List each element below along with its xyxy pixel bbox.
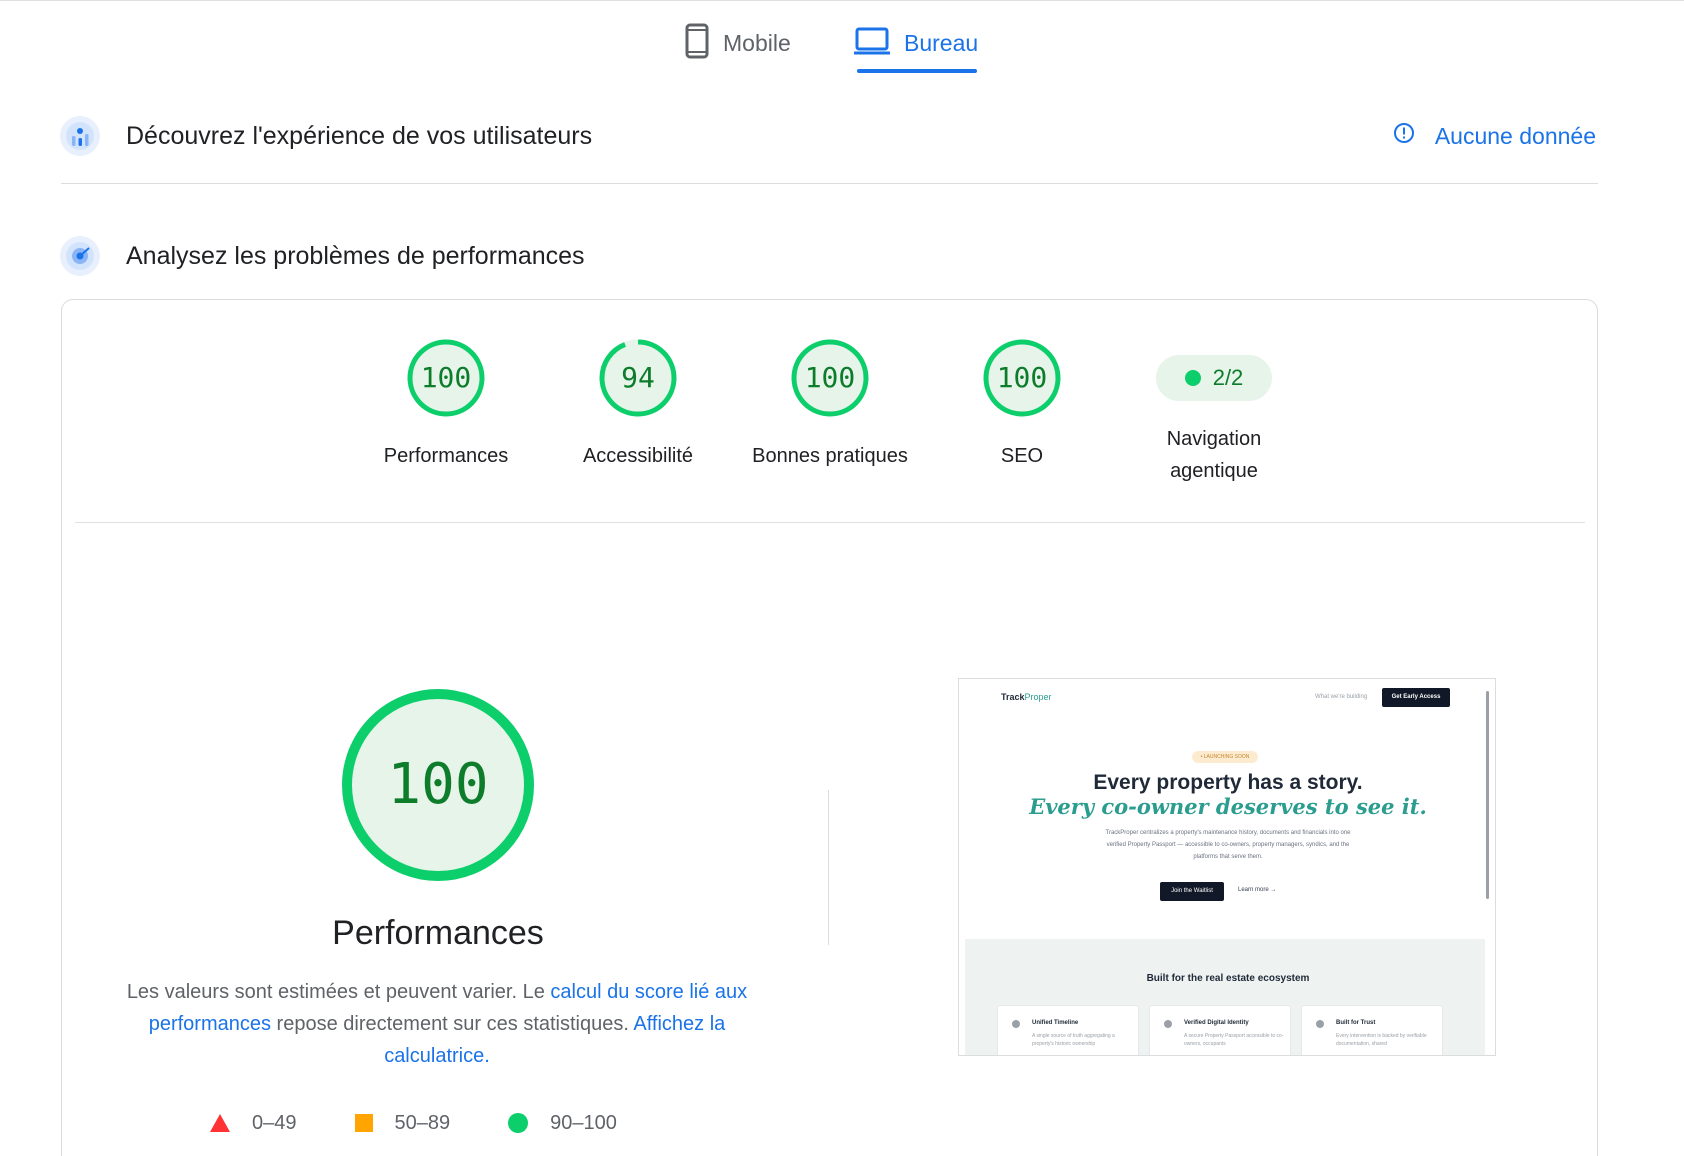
legend-average-label: 50–89 (394, 1111, 451, 1134)
feature-title: Unified Timeline (1032, 1020, 1079, 1026)
vertical-separator (828, 790, 829, 945)
score-label: Accessibilité (582, 445, 694, 467)
feature-title: Verified Digital Identity (1184, 1020, 1249, 1026)
score-gauge-performance[interactable]: 100 Performances (346, 338, 546, 472)
laptop-icon (854, 27, 890, 60)
smartphone-icon (685, 23, 709, 64)
thumb-nav-link: What we're building (1315, 694, 1368, 700)
thumb-learn-more: Learn more → (1238, 887, 1277, 893)
thumb-headline-accent: Every co-owner deserves to see it. (1029, 794, 1427, 819)
active-tab-indicator (857, 69, 977, 73)
score-value: 94 (621, 361, 655, 394)
thumb-logo: TrackProper (1001, 692, 1052, 702)
performance-big-gauge: 100 (338, 685, 538, 885)
score-gauge-seo[interactable]: 100 SEO (922, 338, 1122, 472)
score-label: Bonnes pratiques (752, 445, 908, 467)
experience-section-header: Découvrez l'expérience de vos utilisateu… (60, 112, 1598, 160)
thumb-feature-card: Unified Timeline A single source of trut… (997, 1005, 1139, 1055)
score-value: 100 (420, 361, 472, 394)
score-value: 100 (996, 361, 1048, 394)
info-icon (1393, 122, 1415, 150)
gauge-ring: 100 (406, 338, 486, 418)
agentic-label-line2: agentique (1170, 460, 1258, 482)
desc-text-1: Les valeurs sont estimées et peuvent var… (126, 981, 551, 1003)
tab-mobile-label: Mobile (723, 29, 791, 56)
legend-pass-label: 90–100 (550, 1111, 617, 1134)
tab-desktop-label: Bureau (904, 29, 979, 56)
agentic-label-line1: Navigation (1166, 428, 1262, 450)
experience-title: Découvrez l'expérience de vos utilisateu… (126, 121, 593, 150)
agentic-score-pill: 2/2 (1156, 355, 1272, 401)
thumb-badge: • LAUNCHING SOON (1192, 751, 1258, 763)
score-label: Navigation agentique (1114, 423, 1314, 487)
feature-icon (1316, 1020, 1324, 1028)
top-border (0, 0, 1684, 1)
tab-mobile[interactable]: Mobile (685, 14, 791, 72)
tab-desktop[interactable]: Bureau (854, 14, 978, 72)
score-value: 100 (804, 361, 856, 394)
radar-icon (60, 236, 100, 276)
thumb-cta-button: Join the Waitlist (1160, 882, 1224, 901)
device-tabs: Mobile Bureau (0, 14, 1684, 76)
thumb-paragraph: TrackProper centralizes a property's mai… (1105, 830, 1351, 860)
thumb-section-title: Built for the real estate ecosystem (1146, 973, 1310, 984)
score-label: Performances (383, 445, 509, 467)
score-agentic-navigation[interactable]: 2/2 Navigation agentique (1114, 338, 1314, 487)
final-screenshot-thumbnail[interactable]: TrackProper What we're building Get Earl… (958, 678, 1496, 1056)
score-gauge-accessibility[interactable]: 94 Accessibilité (538, 338, 738, 472)
legend-fail-label: 0–49 (252, 1111, 297, 1134)
card-divider (75, 522, 1585, 523)
pass-circle-icon (508, 1113, 529, 1133)
performance-description: Les valeurs sont estimées et peuvent var… (102, 976, 772, 1072)
desc-text-2: repose directement sur ces statistiques. (270, 1013, 634, 1035)
feature-icon (1012, 1020, 1020, 1028)
feature-text: A single source of truth aggregating a p… (1032, 1033, 1115, 1047)
thumb-feature-card: Built for Trust Every intervention is ba… (1301, 1005, 1443, 1055)
thumb-feature-card: Verified Digital Identity A secure Prope… (1149, 1005, 1291, 1055)
agentic-score-value: 2/2 (1212, 365, 1244, 390)
pass-dot-icon (1184, 370, 1201, 386)
thumb-headline: Every property has a story. (1093, 771, 1363, 794)
legend-pass: 90–100 (508, 1112, 617, 1135)
performance-big-score: 100 (387, 752, 489, 817)
diagnose-title: Analysez les problèmes de performances (126, 241, 585, 270)
gauge-ring: 100 (982, 338, 1062, 418)
diagnose-section-header: Analysez les problèmes de performances (60, 232, 1598, 280)
logo-brand: Track (1001, 692, 1025, 702)
no-data-link[interactable]: Aucune donnée (1393, 122, 1596, 150)
feature-icon (1164, 1020, 1172, 1028)
no-data-label: Aucune donnée (1434, 122, 1596, 149)
thumb-nav-button: Get Early Access (1382, 688, 1450, 707)
score-legend: 0–49 50–89 90–100 (210, 1108, 675, 1138)
users-experience-icon (60, 116, 100, 156)
score-gauge-best-practices[interactable]: 100 Bonnes pratiques (730, 338, 930, 472)
performance-title: Performances (332, 914, 544, 952)
gauge-ring: 94 (598, 338, 678, 418)
feature-text: Every intervention is backed by verifiab… (1336, 1033, 1427, 1047)
feature-text: A secure Property Passport accessible to… (1184, 1033, 1284, 1047)
feature-title: Built for Trust (1336, 1020, 1376, 1026)
legend-fail: 0–49 (210, 1112, 297, 1135)
average-square-icon (354, 1114, 373, 1132)
fail-triangle-icon (210, 1114, 230, 1132)
lighthouse-report-card: 100 Performances 94 Accessibilité 100 Bo… (61, 299, 1598, 1156)
logo-suffix: Proper (1024, 692, 1052, 702)
section-divider (61, 183, 1598, 184)
gauge-ring: 100 (790, 338, 870, 418)
score-label: SEO (1000, 445, 1044, 467)
legend-average: 50–89 (354, 1111, 451, 1135)
